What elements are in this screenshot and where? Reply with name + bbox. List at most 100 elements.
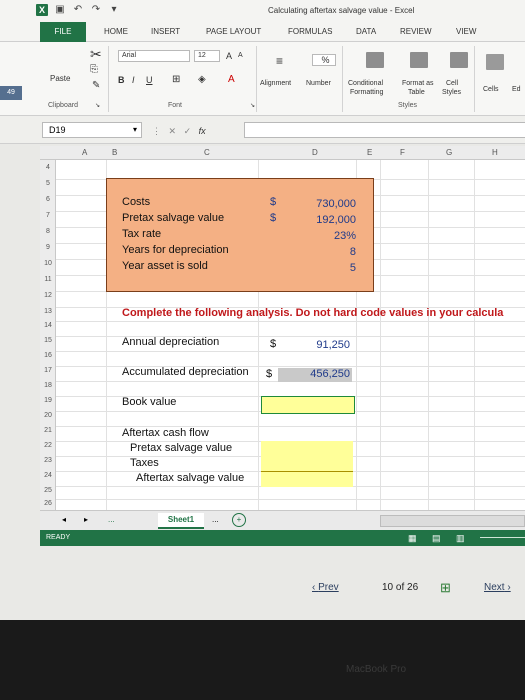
alignment-icon[interactable]: ≡ <box>276 54 283 68</box>
italic-button[interactable]: I <box>132 75 135 85</box>
row-number[interactable]: 24 <box>40 472 56 479</box>
tab-formulas[interactable]: FORMULAS <box>288 27 332 36</box>
next-link[interactable]: Next › <box>484 582 511 593</box>
clipboard-launcher-icon[interactable]: ↘ <box>95 102 100 109</box>
cells-button[interactable]: Cells <box>483 86 499 93</box>
cell-styles-button[interactable]: Cell <box>446 80 458 87</box>
tab-home[interactable]: HOME <box>104 27 128 36</box>
tab-insert[interactable]: INSERT <box>151 27 180 36</box>
tax-rate-value[interactable]: 23% <box>300 230 356 242</box>
scroll-right-icon[interactable]: ▸ <box>84 515 88 524</box>
row-number[interactable]: 17 <box>40 367 56 374</box>
page-break-view-icon[interactable]: ▥ <box>456 530 465 546</box>
alignment-button[interactable]: Alignment <box>260 80 291 87</box>
conditional-formatting-button[interactable]: Conditional <box>348 80 383 87</box>
tab-view[interactable]: VIEW <box>456 27 476 36</box>
formula-input[interactable] <box>244 122 525 138</box>
accumulated-depreciation-value[interactable]: 456,250 <box>292 368 350 380</box>
row-number[interactable]: 9 <box>40 244 56 251</box>
cut-icon[interactable]: ✂ <box>90 46 102 63</box>
add-sheet-icon[interactable]: + <box>232 513 246 527</box>
row-number[interactable]: 12 <box>40 292 56 299</box>
column-header[interactable]: E <box>367 148 372 157</box>
format-as-table-button[interactable]: Format as <box>402 80 434 87</box>
copy-icon[interactable]: ⎘ <box>90 64 98 75</box>
book-value-input-cell[interactable] <box>261 396 355 414</box>
font-color-icon[interactable]: A <box>228 74 235 85</box>
row-number[interactable]: 6 <box>40 196 56 203</box>
row-number[interactable]: 26 <box>40 500 56 507</box>
row-number[interactable]: 23 <box>40 457 56 464</box>
pretax-salvage-value[interactable]: 192,000 <box>300 214 356 226</box>
row-number[interactable]: 14 <box>40 322 56 329</box>
zoom-slider[interactable] <box>480 537 525 538</box>
aftertax-input-cells[interactable] <box>261 441 353 487</box>
name-box[interactable]: D19 ▾ <box>42 122 142 138</box>
column-header[interactable]: C <box>204 148 210 157</box>
cancel-icon[interactable]: ✕ <box>169 126 177 136</box>
conditional-formatting-icon[interactable] <box>366 52 384 68</box>
more-sheets-right[interactable]: ... <box>212 515 219 524</box>
column-header[interactable]: A <box>82 148 87 157</box>
save-icon[interactable]: ▣ <box>54 4 66 16</box>
cell-styles-sub[interactable]: Styles <box>442 89 461 96</box>
more-sheets-left[interactable]: ... <box>108 515 115 524</box>
underline-button[interactable]: U <box>146 75 153 85</box>
editing-button[interactable]: Ed <box>512 86 521 93</box>
annual-depreciation-value[interactable]: 91,250 <box>292 339 350 351</box>
format-as-table-icon[interactable] <box>410 52 428 68</box>
number-format-icon[interactable]: % <box>312 54 336 66</box>
format-painter-icon[interactable]: ✎ <box>92 80 100 91</box>
scroll-left-icon[interactable]: ◂ <box>62 515 66 524</box>
number-button[interactable]: Number <box>306 80 331 87</box>
fill-color-icon[interactable]: ◈ <box>198 74 206 85</box>
insert-function-icon[interactable]: fx <box>199 126 206 136</box>
row-number[interactable]: 5 <box>40 180 56 187</box>
font-launcher-icon[interactable]: ↘ <box>250 102 255 109</box>
bold-button[interactable]: B <box>118 75 125 85</box>
column-header[interactable]: G <box>446 148 452 157</box>
row-number[interactable]: 18 <box>40 382 56 389</box>
conditional-formatting-sub[interactable]: Formatting <box>350 89 383 96</box>
customize-icon[interactable]: ▾ <box>108 4 120 16</box>
row-number[interactable]: 19 <box>40 397 56 404</box>
tab-page-layout[interactable]: PAGE LAYOUT <box>206 27 261 36</box>
grow-font-button[interactable]: A <box>226 51 232 61</box>
chevron-down-icon[interactable]: ▾ <box>133 123 137 137</box>
cell-styles-icon[interactable] <box>450 52 468 68</box>
paste-button[interactable]: Paste <box>50 74 70 83</box>
row-number[interactable]: 22 <box>40 442 56 449</box>
borders-icon[interactable]: ⊞ <box>172 74 180 85</box>
tab-data[interactable]: DATA <box>356 27 376 36</box>
row-number[interactable]: 10 <box>40 260 56 267</box>
row-number[interactable]: 21 <box>40 427 56 434</box>
redo-icon[interactable]: ↷ <box>90 4 102 16</box>
cells-icon[interactable] <box>486 54 504 70</box>
row-number[interactable]: 8 <box>40 228 56 235</box>
normal-view-icon[interactable]: ▦ <box>408 530 417 546</box>
font-size-select[interactable]: 12 <box>194 50 220 62</box>
shrink-font-button[interactable]: A <box>238 52 243 59</box>
row-number[interactable]: 25 <box>40 487 56 494</box>
row-number[interactable]: 7 <box>40 212 56 219</box>
format-as-table-sub[interactable]: Table <box>408 89 425 96</box>
enter-icon[interactable]: ✓ <box>184 126 192 136</box>
row-number[interactable]: 15 <box>40 337 56 344</box>
column-header[interactable]: B <box>112 148 117 157</box>
row-number[interactable]: 20 <box>40 412 56 419</box>
font-name-select[interactable]: Arial <box>118 50 190 62</box>
tab-review[interactable]: REVIEW <box>400 27 432 36</box>
year-sold-value[interactable]: 5 <box>300 262 356 274</box>
undo-icon[interactable]: ↶ <box>72 4 84 16</box>
prev-link[interactable]: ‹ Prev <box>312 582 339 593</box>
column-header[interactable]: D <box>312 148 318 157</box>
years-depreciation-value[interactable]: 8 <box>300 246 356 258</box>
row-number[interactable]: 16 <box>40 352 56 359</box>
grid-view-icon[interactable]: ⊞ <box>440 580 451 596</box>
column-header[interactable]: F <box>400 148 405 157</box>
tab-file[interactable]: FILE <box>40 22 86 42</box>
column-header[interactable]: H <box>492 148 498 157</box>
row-number[interactable]: 4 <box>40 164 56 171</box>
row-number[interactable]: 11 <box>40 276 56 283</box>
horizontal-scrollbar[interactable] <box>380 515 525 527</box>
